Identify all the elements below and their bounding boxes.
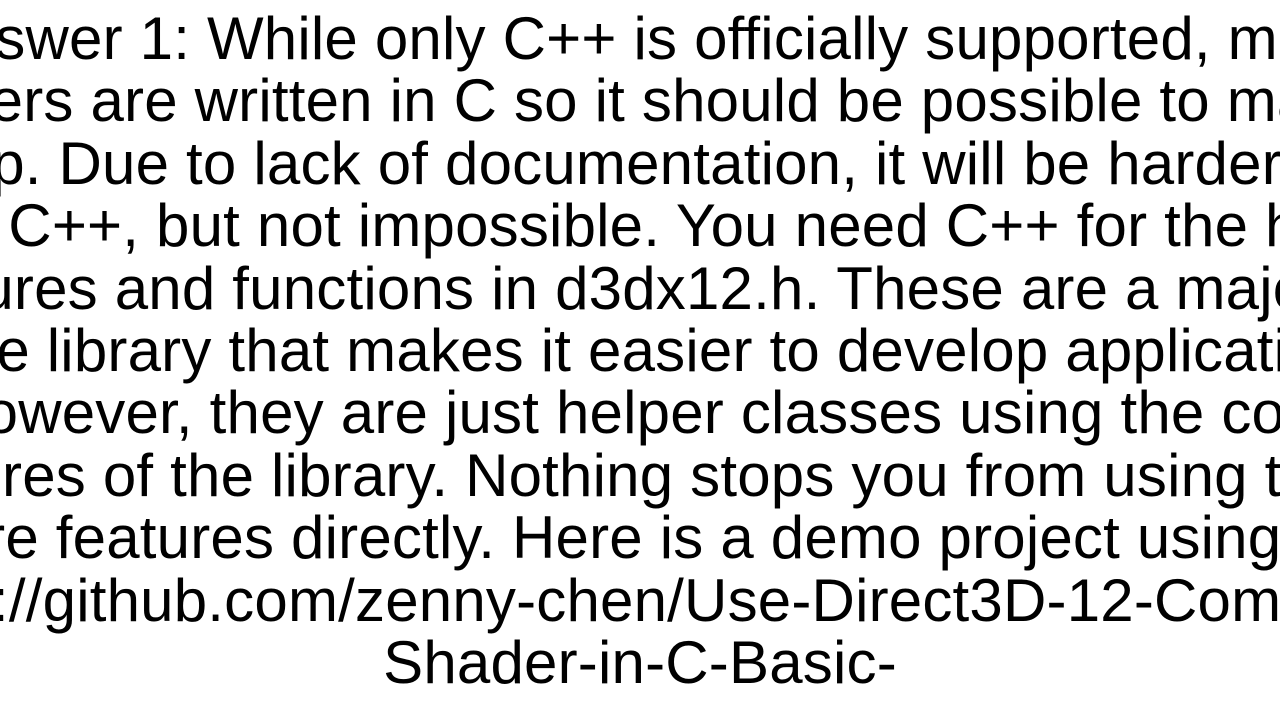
text-line: features of the library. Nothing stops y… [0, 445, 1280, 507]
text-line: However, they are just helper classes us… [0, 382, 1280, 444]
text-line: of the library that makes it easier to d… [0, 320, 1280, 382]
text-line: using C++, but not impossible. You need … [0, 195, 1280, 257]
text-line: https://github.com/zenny-chen/Use-Direct… [0, 570, 1280, 632]
text-line: headers are written in C so it should be… [0, 70, 1280, 132]
text-line: C app. Due to lack of documentation, it … [0, 133, 1280, 195]
text-line: structures and functions in d3dx12.h. Th… [0, 258, 1280, 320]
text-line: core features directly. Here is a demo p… [0, 507, 1280, 569]
text-line: Answer 1: While only C++ is officially s… [0, 8, 1280, 70]
answer-text-block: Answer 1: While only C++ is officially s… [0, 8, 1280, 694]
text-line: Shader-in-C-Basic- [0, 632, 1280, 694]
